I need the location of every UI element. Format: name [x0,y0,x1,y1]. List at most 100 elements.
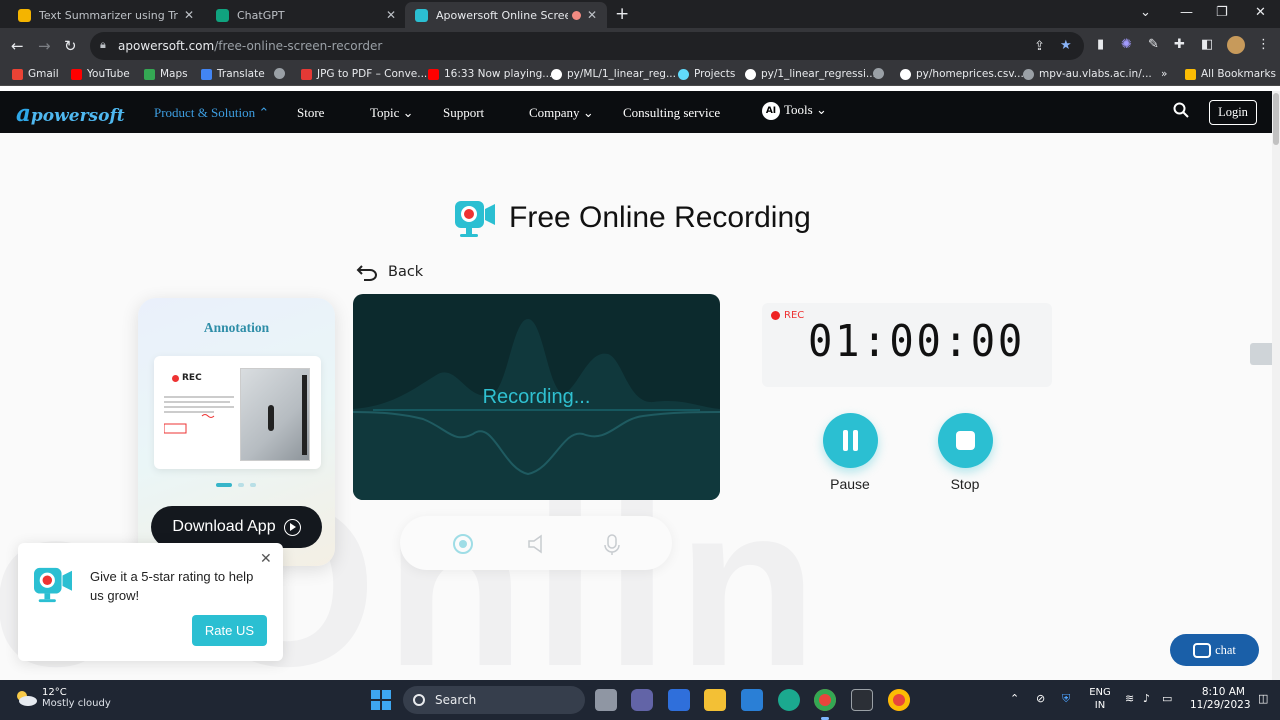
bookmark-star-icon[interactable]: ★ [1060,38,1072,53]
login-button[interactable]: Login [1209,100,1257,125]
bookmarks-overflow[interactable]: » [1161,68,1167,80]
teams-icon[interactable] [631,689,653,711]
tab-close-icon[interactable]: ✕ [587,8,597,22]
url-domain: apowersoft.com [118,39,215,53]
tab-chatgpt[interactable]: ChatGPT ✕ [206,2,406,28]
chrome-profile-icon[interactable] [888,689,910,711]
puzzle-icon[interactable]: ✚ [1174,37,1185,52]
rec-dot-icon [172,374,179,382]
bookmark-gmail[interactable]: Gmail [12,68,59,80]
notification-icon[interactable]: ◫ [1258,692,1268,705]
annotation-title: Annotation [203,320,270,335]
screen-source-icon[interactable] [452,533,474,555]
forward-arrow-icon[interactable]: → [38,37,51,55]
profile-avatar[interactable] [1227,36,1245,54]
tab-close-icon[interactable]: ✕ [386,8,396,22]
pause-button[interactable] [823,413,878,468]
all-bookmarks[interactable]: All Bookmarks [1185,68,1276,80]
microphone-icon[interactable] [601,533,623,557]
extension-icon[interactable]: ▮ [1097,37,1104,52]
nav-label: Product & Solution [154,105,256,120]
bookmark-label: py/ML/1_linear_reg... [567,68,676,80]
chevron-down-icon: ⌄ [402,105,414,120]
bookmark-vlabs[interactable]: mpv-au.vlabs.ac.in/... [1023,68,1152,80]
bookmark-github-ml[interactable]: py/ML/1_linear_reg... [551,68,676,80]
network-off-icon[interactable]: ⊘ [1036,692,1045,705]
carousel-dots[interactable] [216,483,256,487]
stop-button[interactable] [938,413,993,468]
back-link[interactable]: Back [356,263,423,281]
nav-support[interactable]: Support [443,105,484,121]
language-indicator[interactable]: ENG IN [1089,686,1111,712]
chat-button[interactable]: chat [1170,634,1259,666]
nav-topic[interactable]: Topic ⌄ [370,105,414,121]
sidepanel-icon[interactable]: ◧ [1201,37,1213,52]
tab-close-icon[interactable]: ✕ [184,8,194,22]
recording-indicator-icon [571,10,581,20]
share-icon[interactable]: ⇪ [1034,39,1045,54]
address-bar[interactable]: 🔒︎ apowersoft.com/free-online-screen-rec… [90,32,1084,60]
tray-chevron-icon[interactable]: ⌃ [1010,692,1019,705]
terminal-icon[interactable] [851,689,873,711]
nav-tools[interactable]: AI Tools ⌄ [762,102,827,121]
editor-icon[interactable] [668,689,690,711]
speaker-icon[interactable] [526,533,548,555]
wifi-icon[interactable]: ≋ [1125,692,1134,705]
tab-title: Text Summarizer using Transform [39,8,178,22]
system-clock[interactable]: 8:10 AM 11/29/2023 [1190,686,1251,712]
back-arrow-icon[interactable]: ← [11,37,24,55]
edge-icon[interactable] [778,689,800,711]
windows-start-icon[interactable] [371,690,391,710]
weather-widget[interactable]: 12°C Mostly cloudy [14,687,111,709]
minimize-icon[interactable]: — [1180,5,1193,20]
annotation-preview-image: REC [154,356,321,469]
globe-icon [274,68,285,79]
site-header: aapowersoftpowersoft Product & Solution … [0,91,1272,133]
volume-icon[interactable]: ♪ [1143,692,1150,705]
bookmark-label: Projects [694,68,736,80]
apowersoft-logo[interactable]: aapowersoftpowersoft [16,100,125,127]
download-app-button[interactable]: Download App [151,506,322,548]
tab-apowersoft[interactable]: Apowersoft Online Screen R ✕ [405,2,607,28]
bookmark-globe-2[interactable] [873,68,889,79]
bookmark-label: YouTube [87,68,130,80]
pen-icon[interactable]: ✎ [1148,37,1159,52]
tab-text-summarizer[interactable]: Text Summarizer using Transform ✕ [8,2,204,28]
rate-us-button[interactable]: Rate US [192,615,267,646]
chrome-icon[interactable] [814,689,836,720]
bookmark-translate[interactable]: Translate [201,68,265,80]
bookmark-github-py[interactable]: py/1_linear_regressi... [745,68,876,80]
menu-kebab-icon[interactable]: ⋮ [1257,37,1270,52]
bookmark-now-playing[interactable]: 16:33 Now playing... [428,68,552,80]
side-feedback-tab[interactable] [1250,343,1272,365]
taskbar-search[interactable]: Search [403,686,585,714]
ai-badge-icon: AI [762,102,780,121]
nav-consulting[interactable]: Consulting service [623,105,720,121]
windows-taskbar: 12°C Mostly cloudy Search ⌃ ⊘ ⛨ ENG IN ≋ … [0,680,1280,720]
bookmark-maps[interactable]: Maps [144,68,188,80]
battery-icon[interactable]: ▭ [1162,692,1172,705]
bookmark-globe[interactable] [274,68,290,79]
close-window-icon[interactable]: ✕ [1255,5,1266,20]
extension-gear-icon[interactable]: ✺ [1121,37,1132,52]
shield-icon[interactable]: ⛨ [1062,692,1070,706]
bookmark-projects[interactable]: Projects [678,68,735,80]
bookmark-jpg-to-pdf[interactable]: JPG to PDF – Conve... [301,68,427,80]
search-icon[interactable] [1173,102,1189,118]
bookmark-homeprices[interactable]: py/homeprices.csv... [900,68,1024,80]
task-view-icon[interactable] [595,689,617,711]
reload-icon[interactable]: ↻ [64,37,77,55]
nav-store[interactable]: Store [297,105,324,121]
new-tab-icon[interactable]: + [615,4,629,24]
page-scrollbar[interactable] [1272,91,1280,680]
bookmark-youtube[interactable]: YouTube [71,68,130,80]
scrollbar-thumb[interactable] [1273,93,1279,145]
nav-company[interactable]: Company ⌄ [529,105,594,121]
bookmark-label: Gmail [28,68,59,80]
restore-icon[interactable]: ❐ [1216,5,1228,20]
file-explorer-icon[interactable] [704,689,726,711]
nav-product-solution[interactable]: Product & Solution ⌃ [154,105,269,121]
close-icon[interactable]: ✕ [260,551,272,567]
tab-search-icon[interactable]: ⌄ [1140,5,1151,20]
mail-icon[interactable] [741,689,763,711]
